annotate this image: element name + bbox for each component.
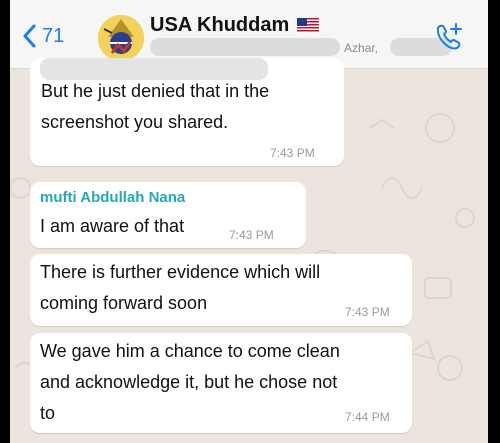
message-text: We gave him a chance to come clean and a… <box>40 341 340 423</box>
message-time: 7:43 PM <box>229 228 274 242</box>
chat-title: USA Khuddam <box>150 14 290 36</box>
message-bubble[interactable]: There is further evidence which will com… <box>30 254 412 326</box>
message-text: But he just denied that in the screensho… <box>41 81 270 132</box>
message-time: 7:43 PM <box>270 146 315 160</box>
group-avatar[interactable] <box>98 15 144 61</box>
message-bubble[interactable]: mufti Abdullah Nana I am aware of that 7… <box>30 182 306 248</box>
us-flag-icon <box>297 18 320 33</box>
message-text: There is further evidence which will com… <box>40 262 321 313</box>
message-sender[interactable]: mufti Abdullah Nana <box>40 189 185 206</box>
group-members: Azhar, <box>150 38 468 56</box>
member-name: Azhar, <box>344 41 379 55</box>
message-time: 7:44 PM <box>345 410 390 424</box>
message-bubble[interactable]: We gave him a chance to come clean and a… <box>30 333 412 433</box>
phone-plus-icon <box>436 23 462 50</box>
unread-count: 71 <box>42 24 65 47</box>
message-time: 7:43 PM <box>345 305 390 319</box>
chat-title-group[interactable]: USA Khuddam <box>150 14 320 37</box>
message-text: I am aware of that <box>40 216 185 236</box>
add-call-button[interactable] <box>434 22 464 55</box>
back-button[interactable]: 71 <box>22 24 64 48</box>
message-bubble[interactable]: But he just denied that in the screensho… <box>30 58 344 166</box>
chevron-left-icon <box>23 24 36 48</box>
redacted-members <box>150 38 340 56</box>
chat-screen: 71 USA Khuddam Azhar, But he just denied… <box>10 0 488 443</box>
group-logo-icon <box>98 15 144 61</box>
